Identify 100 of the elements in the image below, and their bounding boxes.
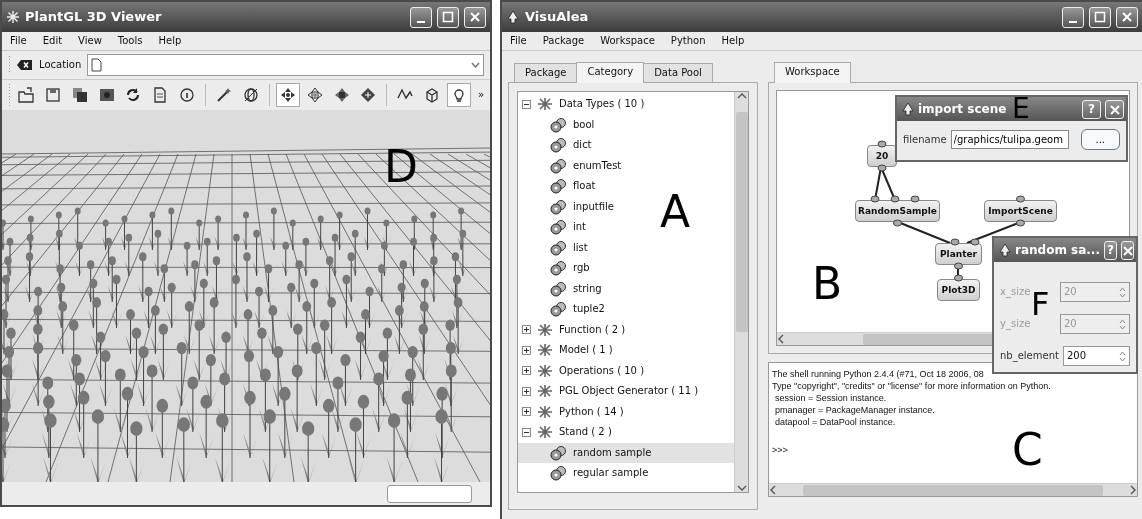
tab[interactable]: Category [576,62,645,83]
tree-item[interactable]: Data Types ( 10 ) [518,94,651,115]
field-value: 200 [1066,350,1086,362]
help-button[interactable]: ? [1104,240,1117,260]
tree-item[interactable]: list [518,237,594,258]
expand-icon[interactable] [522,366,531,376]
dropdown-icon[interactable] [471,62,480,68]
menu-item[interactable]: File [510,35,527,47]
tree-item[interactable]: dict [518,135,598,156]
menu-item[interactable]: Help [158,35,182,47]
floppy-icon [43,86,62,104]
minimize-button[interactable] [1062,6,1084,28]
bulb-button[interactable] [447,83,471,107]
graph-node[interactable]: 20 [867,145,897,167]
asterisk-icon [536,97,554,112]
close-button[interactable] [464,6,486,28]
gears-icon [550,219,568,236]
more-tools-button[interactable]: » [478,89,485,101]
expand-icon[interactable] [522,345,531,355]
maximize-button[interactable] [437,6,459,28]
maximize-icon [1094,11,1106,23]
tree-label: Operations ( 10 ) [559,364,645,377]
help-button[interactable]: ? [1082,99,1101,119]
tree-item[interactable]: tuple2 [518,299,611,320]
scroll-right-icon[interactable] [1129,485,1137,495]
tree-item[interactable]: random sample [518,442,734,463]
scroll-left-icon[interactable] [769,485,777,495]
graph-node[interactable]: ImportScene [984,200,1057,222]
tree-label: regular sample [573,467,649,480]
collapse-icon[interactable] [522,427,531,437]
panel-label: A [660,190,691,234]
menu-item[interactable]: Workspace [600,35,655,47]
gears-icon [550,239,568,256]
tab[interactable]: Data Pool [643,63,713,82]
collapse-icon[interactable] [522,99,531,109]
tree-item[interactable]: Operations ( 10 ) [518,360,651,381]
expand-icon[interactable] [522,325,531,335]
tree-label: PGL Object Generator ( 11 ) [559,385,699,398]
tree-item[interactable]: inputfile [518,196,620,217]
document-icon [91,58,103,72]
tree-item[interactable]: enumTest [518,155,628,176]
tree-item[interactable]: rgb [518,258,596,279]
menu-item[interactable]: View [78,35,102,47]
window-title: VisuAlea [525,9,590,25]
menu-item[interactable]: Tools [117,35,143,47]
tree-label: Function ( 2 ) [559,323,626,336]
spin-field[interactable]: 200 [1062,346,1130,366]
scroll-down-icon[interactable] [736,484,747,492]
tree-item[interactable]: Stand ( 2 ) [518,422,618,443]
tree-item[interactable]: regular sample [518,463,655,484]
menu-item[interactable]: Help [721,35,745,47]
dialog-title: import scene [918,101,1007,117]
field-value: 20 [1064,318,1077,330]
tree-item[interactable]: Python ( 14 ) [518,401,630,422]
scrollbar[interactable] [734,92,748,492]
filename-field[interactable]: /graphics/tulipa.geom [950,130,1069,149]
maximize-button[interactable] [1089,6,1111,28]
expand-icon[interactable] [522,407,531,417]
tree-item[interactable]: int [518,217,593,238]
shell-console[interactable] [768,362,1138,497]
tree-item[interactable]: Function ( 2 ) [518,319,632,340]
move-arrows-button[interactable] [275,83,300,107]
location-field[interactable] [87,54,484,76]
spin-arrows-icon[interactable] [1119,350,1126,362]
gears-icon [550,116,568,133]
close-button[interactable] [1116,6,1138,28]
scroll-thumb[interactable] [803,484,1103,496]
folder-icon [16,86,35,104]
graph-node[interactable]: Plot3D [937,279,980,301]
menu-item[interactable]: Python [670,35,706,47]
tree-item[interactable]: string [518,278,608,299]
close-button[interactable] [1121,240,1134,260]
tree-item[interactable]: PGL Object Generator ( 11 ) [518,381,705,402]
expand-icon[interactable] [522,386,531,396]
grip-icon [8,56,11,74]
scrollbar[interactable] [769,483,1137,496]
window-title: PlantGL 3D Viewer [25,9,163,25]
field-label: x_size [1000,286,1031,298]
menu-item[interactable]: Package [542,35,585,47]
scroll-thumb[interactable] [735,112,748,332]
tree-item[interactable]: Model ( 1 ) [518,340,619,361]
tab[interactable]: Workspace [774,62,851,83]
scroll-up-icon[interactable] [736,92,747,100]
tab[interactable]: Package [514,63,578,82]
asterisk-icon [536,425,554,440]
scroll-left-icon[interactable] [777,334,785,344]
close-icon [469,11,481,23]
panel-label: F [1031,288,1050,320]
browse-button[interactable]: ... [1080,129,1120,150]
clear-icon[interactable] [17,59,33,71]
graph-node[interactable]: Planter [935,243,982,265]
tree-item[interactable]: bool [518,114,601,135]
graph-node[interactable]: RandomSample [855,200,940,222]
minimize-button[interactable] [410,6,432,28]
tree-label: Model ( 1 ) [559,344,613,357]
close-button[interactable] [1105,99,1124,119]
menu-item[interactable]: File [10,35,27,47]
gears-icon [550,444,568,461]
tree-item[interactable]: float [518,176,602,197]
menu-item[interactable]: Edit [42,35,63,47]
